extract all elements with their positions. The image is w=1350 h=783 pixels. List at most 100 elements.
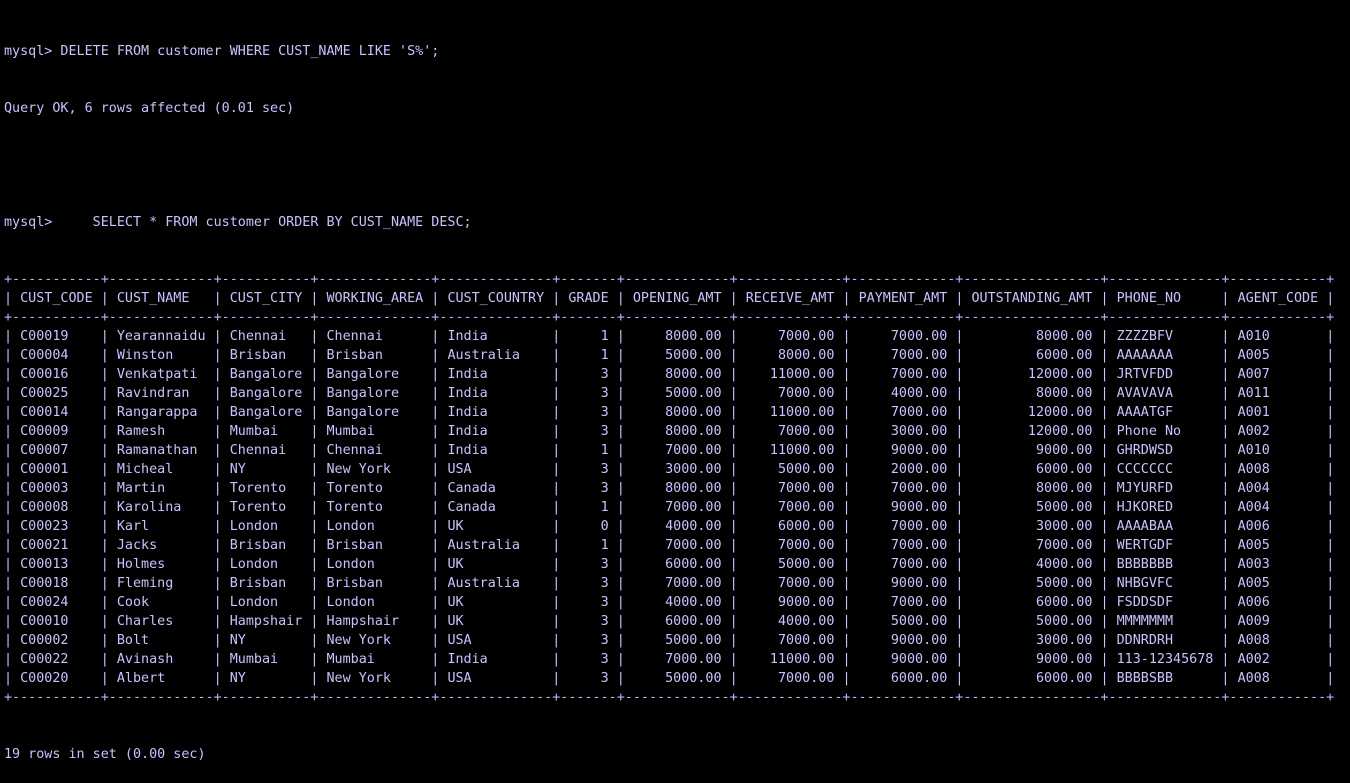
table-cell: 3	[568, 462, 609, 477]
column-header: CUST_COUNTRY	[447, 291, 545, 306]
table-cell: 3	[568, 671, 609, 686]
column-header: RECEIVE_AMT	[745, 291, 835, 306]
terminal-window[interactable]: mysql> DELETE FROM customer WHERE CUST_N…	[0, 0, 1350, 783]
table-cell: C00018	[20, 576, 93, 591]
table-cell: A005	[1237, 348, 1319, 363]
table-cell: C00007	[20, 443, 93, 458]
query-result-table: +-----------+-------------+-----------+-…	[4, 270, 1350, 707]
table-cell: Phone No	[1116, 424, 1214, 439]
table-cell: 4000.00	[632, 519, 722, 534]
table-cell: Mumbai	[229, 424, 303, 439]
table-cell: A008	[1237, 633, 1319, 648]
column-header: OPENING_AMT	[632, 291, 722, 306]
table-cell: 7000.00	[858, 405, 948, 420]
table-cell: 2000.00	[858, 462, 948, 477]
table-cell: New York	[326, 462, 424, 477]
table-cell: 0	[568, 519, 609, 534]
table-cell: 8000.00	[971, 386, 1093, 401]
table-row: | C00004 | Winston | Brisban | Brisban |…	[4, 348, 1335, 363]
table-cell: 8000.00	[632, 405, 722, 420]
column-header: CUST_CITY	[229, 291, 303, 306]
table-cell: 5000.00	[858, 614, 948, 629]
table-cell: 113-12345678	[1116, 652, 1214, 667]
table-cell: 3	[568, 576, 609, 591]
table-cell: Hampshair	[326, 614, 424, 629]
table-cell: 1	[568, 348, 609, 363]
table-cell: 7000.00	[858, 348, 948, 363]
table-cell: 5000.00	[632, 633, 722, 648]
table-cell: C00021	[20, 538, 93, 553]
table-cell: AAAATGF	[1116, 405, 1214, 420]
table-cell: C00013	[20, 557, 93, 572]
table-cell: Brisban	[326, 576, 424, 591]
table-cell: 8000.00	[632, 367, 722, 382]
table-cell: Canada	[447, 500, 545, 515]
table-cell: 7000.00	[745, 500, 835, 515]
table-cell: Chennai	[229, 329, 303, 344]
table-cell: 7000.00	[745, 576, 835, 591]
table-cell: A004	[1237, 500, 1319, 515]
select-statement: SELECT * FROM customer ORDER BY CUST_NAM…	[52, 215, 472, 230]
table-cell: FSDDSDF	[1116, 595, 1214, 610]
table-cell: C00022	[20, 652, 93, 667]
table-cell: 1	[568, 500, 609, 515]
column-header: GRADE	[568, 291, 609, 306]
table-cell: 5000.00	[632, 671, 722, 686]
table-cell: A011	[1237, 386, 1319, 401]
table-cell: 3	[568, 595, 609, 610]
table-cell: Ramesh	[116, 424, 206, 439]
table-cell: 3	[568, 633, 609, 648]
table-cell: C00016	[20, 367, 93, 382]
table-cell: 6000.00	[632, 557, 722, 572]
table-cell: AAAABAA	[1116, 519, 1214, 534]
table-cell: Mumbai	[326, 652, 424, 667]
table-cell: Torento	[326, 481, 424, 496]
table-row: | C00023 | Karl | London | London | UK |…	[4, 519, 1335, 534]
table-cell: C00009	[20, 424, 93, 439]
table-cell: 9000.00	[858, 576, 948, 591]
table-cell: India	[447, 443, 545, 458]
table-cell: A010	[1237, 443, 1319, 458]
table-cell: 7000.00	[858, 329, 948, 344]
table-row: | C00024 | Cook | London | London | UK |…	[4, 595, 1335, 610]
table-cell: 6000.00	[971, 671, 1093, 686]
table-cell: Karolina	[116, 500, 206, 515]
table-cell: 9000.00	[858, 652, 948, 667]
mysql-prompt: mysql>	[4, 215, 53, 230]
table-cell: A006	[1237, 595, 1319, 610]
table-cell: A010	[1237, 329, 1319, 344]
table-row: | C00021 | Jacks | Brisban | Brisban | A…	[4, 538, 1335, 553]
table-cell: C00025	[20, 386, 93, 401]
table-row: | C00020 | Albert | NY | New York | USA …	[4, 671, 1335, 686]
table-cell: 3000.00	[971, 519, 1093, 534]
table-cell: C00001	[20, 462, 93, 477]
table-cell: 7000.00	[745, 671, 835, 686]
table-cell: 1	[568, 329, 609, 344]
table-row: | C00018 | Fleming | Brisban | Brisban |…	[4, 576, 1335, 591]
table-cell: BBBBSBB	[1116, 671, 1214, 686]
table-cell: UK	[447, 557, 545, 572]
table-cell: 8000.00	[632, 329, 722, 344]
table-cell: Canada	[447, 481, 545, 496]
table-cell: 6000.00	[971, 462, 1093, 477]
table-cell: 7000.00	[858, 538, 948, 553]
table-cell: 12000.00	[971, 367, 1093, 382]
table-cell: 3	[568, 557, 609, 572]
table-cell: 3	[568, 652, 609, 667]
table-cell: Albert	[116, 671, 206, 686]
table-cell: 12000.00	[971, 405, 1093, 420]
table-cell: 5000.00	[745, 462, 835, 477]
table-cell: A009	[1237, 614, 1319, 629]
table-cell: Brisban	[326, 348, 424, 363]
mysql-prompt: mysql>	[4, 44, 53, 59]
table-cell: GHRDWSD	[1116, 443, 1214, 458]
table-cell: Brisban	[229, 538, 303, 553]
table-cell: JRTVFDD	[1116, 367, 1214, 382]
table-cell: 7000.00	[745, 481, 835, 496]
column-header: CUST_CODE	[20, 291, 93, 306]
table-cell: A005	[1237, 538, 1319, 553]
delete-statement: DELETE FROM customer WHERE CUST_NAME LIK…	[52, 44, 440, 59]
table-row: | C00025 | Ravindran | Bangalore | Banga…	[4, 386, 1335, 401]
table-cell: DDNRDRH	[1116, 633, 1214, 648]
table-cell: Fleming	[116, 576, 206, 591]
